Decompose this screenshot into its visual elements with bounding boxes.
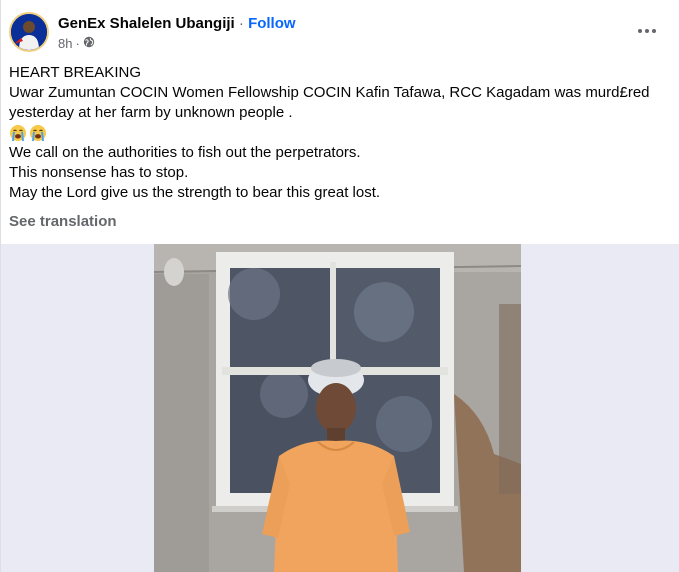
post-line: We call on the authorities to fish out t…	[9, 144, 361, 161]
author-name[interactable]: GenEx Shalelen Ubangiji	[58, 15, 235, 32]
emoji-line	[9, 123, 669, 143]
see-translation-link[interactable]: See translation	[9, 213, 117, 230]
name-separator: ·	[238, 15, 244, 32]
follow-button[interactable]: Follow	[248, 15, 296, 32]
post-line: May the Lord give us the strength to bea…	[9, 184, 381, 201]
author-avatar[interactable]	[9, 12, 49, 52]
meta-separator: ·	[75, 36, 80, 51]
author-line: GenEx Shalelen Ubangiji · Follow	[58, 15, 296, 32]
post-line: This nonsense has to stop.	[9, 164, 189, 181]
post-header: GenEx Shalelen Ubangiji · Follow 8h ·	[9, 12, 679, 54]
post-text: HEART BREAKING Uwar Zumuntan COCIN Women…	[9, 63, 669, 203]
loudly-crying-face-icon	[10, 125, 26, 142]
post-line: yesterday at her farm by unknown people …	[9, 104, 293, 121]
post-time[interactable]: 8h	[58, 36, 72, 51]
post-line: Uwar Zumuntan COCIN Women Fellowship COC…	[9, 84, 650, 101]
post-photo[interactable]	[154, 244, 521, 572]
post-meta: 8h ·	[58, 36, 95, 51]
more-options-icon[interactable]	[633, 21, 661, 41]
post-media	[1, 244, 679, 572]
loudly-crying-face-icon	[30, 125, 46, 142]
woman-photo	[154, 244, 521, 572]
avatar-image	[11, 14, 47, 50]
facebook-post: GenEx Shalelen Ubangiji · Follow 8h · HE…	[0, 0, 679, 572]
globe-icon	[83, 36, 95, 51]
post-line: HEART BREAKING	[9, 64, 141, 81]
